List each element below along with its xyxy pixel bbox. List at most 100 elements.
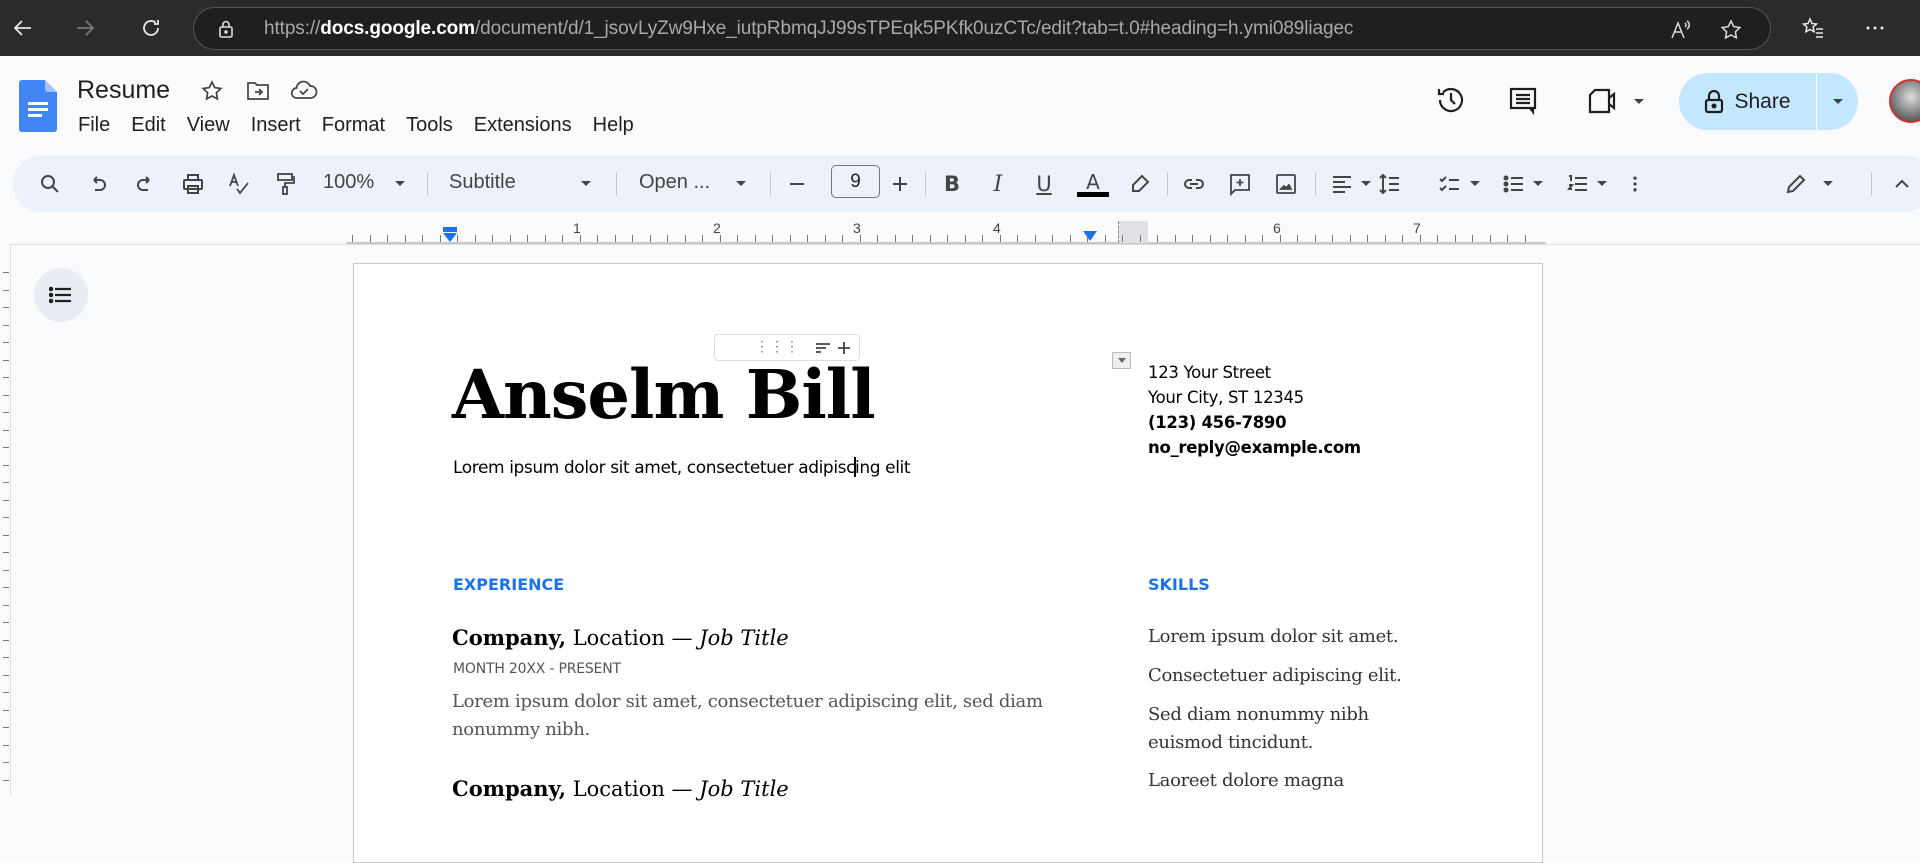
increase-font-size-button[interactable] [888, 169, 912, 199]
add-comment-button[interactable] [1227, 169, 1253, 199]
favorites-button[interactable] [1795, 10, 1831, 46]
job-dates[interactable]: MONTH 20XX - PRESENT [453, 661, 621, 677]
paint-format-button[interactable] [272, 169, 298, 199]
job-heading[interactable]: Company, Location — Job Title [452, 625, 789, 650]
bulleted-list-dropdown-icon[interactable] [1533, 181, 1543, 186]
menu-edit[interactable]: Edit [131, 114, 175, 137]
font-dropdown-icon[interactable] [736, 181, 746, 186]
ruler-tick [1017, 235, 1018, 242]
comments-icon[interactable] [1508, 86, 1538, 116]
checklist-button[interactable] [1437, 169, 1463, 199]
drag-handle-icon[interactable]: ⋮⋮⋮ [755, 338, 800, 355]
address-bar[interactable]: https://docs.google.com/document/d/1_jso… [193, 7, 1771, 50]
move-folder-icon[interactable] [246, 80, 270, 102]
cloud-saved-icon[interactable] [290, 79, 318, 101]
contact-email: no_reply@example.com [1148, 438, 1361, 457]
skill-item[interactable]: Sed diam nonummy nibh euismod tincidunt. [1148, 701, 1408, 757]
back-button[interactable] [5, 10, 41, 46]
right-indent-marker[interactable] [1083, 231, 1097, 241]
menu-help[interactable]: Help [593, 114, 644, 137]
line-spacing-button[interactable] [1377, 169, 1403, 199]
style-dropdown-icon[interactable] [581, 181, 591, 186]
bold-button[interactable]: B [939, 169, 965, 199]
meet-dropdown-caret-icon[interactable] [1634, 99, 1644, 104]
browser-menu-button[interactable] [1857, 10, 1893, 46]
menu-insert[interactable]: Insert [251, 114, 311, 137]
search-menus-button[interactable] [37, 169, 63, 199]
text-color-button[interactable]: A [1077, 169, 1109, 199]
zoom-select[interactable]: 100% [323, 171, 374, 194]
version-history-icon[interactable] [1435, 84, 1467, 116]
reload-button[interactable] [133, 10, 169, 46]
read-aloud-icon[interactable] [1668, 18, 1692, 42]
favorite-star-icon[interactable] [1719, 18, 1743, 42]
resume-name[interactable]: Anselm Bill [452, 355, 876, 434]
underline-button[interactable]: U [1031, 169, 1057, 199]
spelling-grammar-button[interactable] [226, 169, 252, 199]
decrease-font-size-button[interactable] [785, 169, 809, 199]
meet-camera-icon[interactable] [1588, 88, 1620, 114]
insert-image-button[interactable] [1273, 169, 1299, 199]
numbered-list-dropdown-icon[interactable] [1597, 181, 1607, 186]
more-tools-button[interactable] [1625, 169, 1645, 199]
menu-extensions[interactable]: Extensions [474, 114, 582, 137]
add-row-icon[interactable] [837, 341, 851, 355]
italic-button[interactable]: I [985, 169, 1011, 199]
browser-toolbar: https://docs.google.com/document/d/1_jso… [0, 0, 1920, 56]
job-heading[interactable]: Company, Location — Job Title [452, 776, 789, 801]
zoom-dropdown-icon[interactable] [395, 181, 405, 186]
left-indent-marker[interactable] [443, 233, 457, 242]
job-description[interactable]: Lorem ipsum dolor sit amet, consectetuer… [452, 688, 1052, 744]
ruler-tick [1489, 235, 1491, 242]
bulleted-list-button[interactable] [1501, 169, 1527, 199]
highlight-color-button[interactable] [1127, 169, 1153, 199]
first-line-indent-marker[interactable] [443, 227, 457, 232]
skill-item[interactable]: Consectetuer adipiscing elit. [1148, 662, 1402, 690]
resume-tagline[interactable]: Lorem ipsum dolor sit amet, consectetuer… [453, 457, 911, 478]
ruler-tick [3, 552, 9, 553]
line-spacing-icon [1379, 173, 1399, 195]
insert-link-button[interactable] [1181, 169, 1207, 199]
font-size-input[interactable]: 9 [831, 165, 880, 198]
menu-file[interactable]: File [78, 114, 120, 137]
font-family-select[interactable]: Open ... [639, 171, 710, 194]
numbered-list-icon [1567, 175, 1587, 191]
account-avatar[interactable] [1889, 79, 1920, 123]
experience-heading[interactable]: EXPERIENCE [453, 575, 564, 594]
document-outline-button[interactable] [34, 268, 88, 322]
align-dropdown-icon[interactable] [1361, 181, 1371, 186]
url-text[interactable]: https://docs.google.com/document/d/1_jso… [264, 18, 1353, 40]
print-button[interactable] [180, 169, 206, 199]
document-page[interactable] [353, 263, 1543, 863]
document-title[interactable]: Resume [77, 76, 170, 105]
skills-heading[interactable]: SKILLS [1148, 575, 1210, 594]
ruler-tick [3, 604, 9, 606]
google-docs-logo-icon[interactable] [19, 80, 57, 132]
menu-view[interactable]: View [187, 114, 240, 137]
editing-mode-dropdown-icon[interactable] [1823, 181, 1833, 186]
contact-info[interactable]: 123 Your Street Your City, ST 12345 (123… [1148, 360, 1361, 460]
skill-item[interactable]: Laoreet dolore magna [1148, 767, 1344, 795]
table-cell-menu-button[interactable] [1112, 352, 1131, 369]
menu-format[interactable]: Format [322, 114, 395, 137]
hide-menus-button[interactable] [1889, 169, 1915, 199]
share-dropdown-button[interactable] [1817, 73, 1858, 130]
skill-item[interactable]: Lorem ipsum dolor sit amet. [1148, 623, 1399, 651]
ruler-tick [964, 235, 966, 242]
undo-button[interactable] [85, 169, 111, 199]
checklist-dropdown-icon[interactable] [1470, 181, 1480, 186]
highlighter-icon [1132, 174, 1150, 192]
numbered-list-button[interactable] [1565, 169, 1591, 199]
menu-tools[interactable]: Tools [406, 114, 463, 137]
vertical-ruler[interactable] [0, 244, 10, 796]
horizontal-ruler[interactable]: 1 2 3 4 6 7 [0, 215, 1920, 245]
editing-mode-button[interactable] [1783, 169, 1809, 199]
forward-button[interactable] [67, 10, 103, 46]
share-button[interactable]: Share [1679, 73, 1817, 130]
redo-button[interactable] [132, 169, 158, 199]
sort-icon[interactable] [815, 342, 831, 354]
star-icon[interactable] [200, 79, 224, 103]
print-icon [183, 174, 203, 194]
ruler-tick [1437, 235, 1438, 242]
align-button[interactable] [1329, 169, 1355, 199]
